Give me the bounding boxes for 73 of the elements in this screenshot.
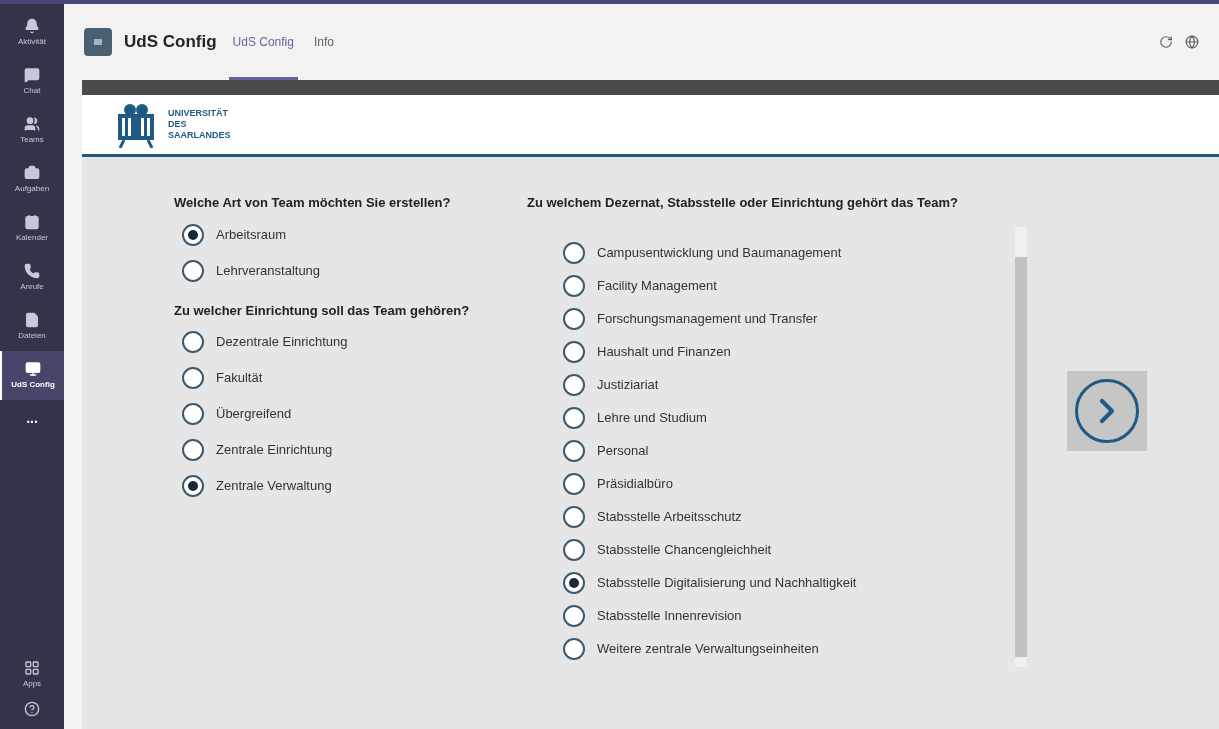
- radio-button[interactable]: [182, 403, 204, 425]
- radio-button[interactable]: [563, 538, 585, 561]
- radio-button[interactable]: [563, 406, 585, 429]
- app-bar-item[interactable]: Kalender: [0, 204, 64, 253]
- option-label: Lehrveranstaltung: [216, 261, 321, 280]
- apps-icon: [24, 660, 40, 676]
- app-logo-icon: [84, 28, 112, 56]
- header-tab[interactable]: Info: [309, 4, 338, 80]
- radio-button[interactable]: [563, 340, 585, 363]
- option-label: Zentrale Einrichtung: [216, 441, 333, 460]
- option-label: Haushalt und Finanzen: [597, 342, 731, 361]
- question-title: Zu welchem Dezernat, Stabsstelle oder Einrichtung gehört das Team?: [527, 194, 960, 212]
- people-icon: [24, 115, 40, 132]
- radio-button[interactable]: [563, 439, 585, 462]
- app-bar-item[interactable]: Chat: [0, 57, 64, 106]
- help-icon[interactable]: [24, 701, 40, 717]
- option-label: Campusentwicklung und Baumanagement: [597, 243, 842, 262]
- radio-button[interactable]: [563, 241, 585, 264]
- radio-button[interactable]: [563, 637, 585, 660]
- option-label: Übergreifend: [216, 405, 292, 424]
- option-label: Justiziariat: [597, 375, 659, 394]
- app-bar-item[interactable]: Anrufe: [0, 253, 64, 302]
- radio-button[interactable]: [182, 331, 204, 353]
- radio-button[interactable]: [563, 307, 585, 330]
- radio-button[interactable]: [563, 472, 585, 495]
- radio-button[interactable]: [182, 439, 204, 461]
- next-button[interactable]: [1067, 371, 1147, 451]
- option-label: Fakultät: [216, 369, 263, 388]
- app-icon: [25, 360, 41, 377]
- radio-button[interactable]: [182, 223, 204, 246]
- file-icon: [24, 311, 40, 328]
- radio-button[interactable]: [563, 505, 585, 528]
- reload-icon[interactable]: [1159, 35, 1173, 49]
- bell-icon: [24, 17, 40, 34]
- option-label: Facility Management: [597, 276, 717, 295]
- scrollbar[interactable]: [1015, 226, 1027, 667]
- radio-button[interactable]: [182, 259, 204, 282]
- university-name: UNIVERSITÄT DES SAARLANDES: [168, 108, 231, 141]
- radio-button[interactable]: [182, 367, 204, 389]
- option-label: Lehre und Studium: [597, 408, 707, 427]
- radio-button[interactable]: [563, 571, 585, 594]
- option-label: Präsidialbüro: [597, 474, 673, 493]
- owl-building-logo-icon: [116, 101, 156, 148]
- calendar-icon: [24, 213, 40, 230]
- app-bar-item[interactable]: Apps: [0, 653, 64, 697]
- option-label: Stabsstelle Arbeitsschutz: [597, 507, 742, 526]
- app-bar-item[interactable]: Aufgaben: [0, 155, 64, 204]
- radio-button[interactable]: [182, 475, 204, 497]
- more-apps[interactable]: ...: [26, 408, 38, 429]
- question-title: Zu welcher Einrichtung soll das Team gehören?: [174, 301, 471, 320]
- app-bar-item[interactable]: Dateien: [0, 302, 64, 351]
- question-title: Welche Art von Team möchten Sie erstellen?: [174, 194, 452, 212]
- radio-button[interactable]: [563, 274, 585, 297]
- next-icon: [1075, 379, 1139, 443]
- option-label: Dezentrale Einrichtung: [216, 333, 348, 352]
- option-label: Personal: [597, 441, 649, 460]
- radio-button[interactable]: [563, 604, 585, 627]
- chat-bubble-icon: [24, 66, 40, 83]
- option-label: Stabsstelle Innenrevision: [597, 606, 742, 625]
- globe-icon[interactable]: [1185, 35, 1199, 49]
- option-label: Forschungsmanagement und Transfer: [597, 309, 818, 328]
- app-bar-item[interactable]: Aktivität: [0, 8, 64, 57]
- option-label: Stabsstelle Digitalisierung und Nachhaltigkeit: [597, 573, 857, 592]
- radio-button[interactable]: [563, 373, 585, 396]
- option-label: Arbeitsraum: [216, 225, 287, 244]
- app-bar-item[interactable]: Teams: [0, 106, 64, 155]
- app-title: UdS Config: [124, 31, 217, 54]
- bag-icon: [24, 164, 40, 181]
- option-label: Zentrale Verwaltung: [216, 477, 332, 496]
- option-label: Stabsstelle Chancengleichheit: [597, 540, 772, 559]
- option-label: Weitere zentrale Verwaltungseinheiten: [597, 639, 819, 658]
- phone-icon: [24, 262, 40, 279]
- app-bar-item[interactable]: UdS Config: [0, 351, 64, 400]
